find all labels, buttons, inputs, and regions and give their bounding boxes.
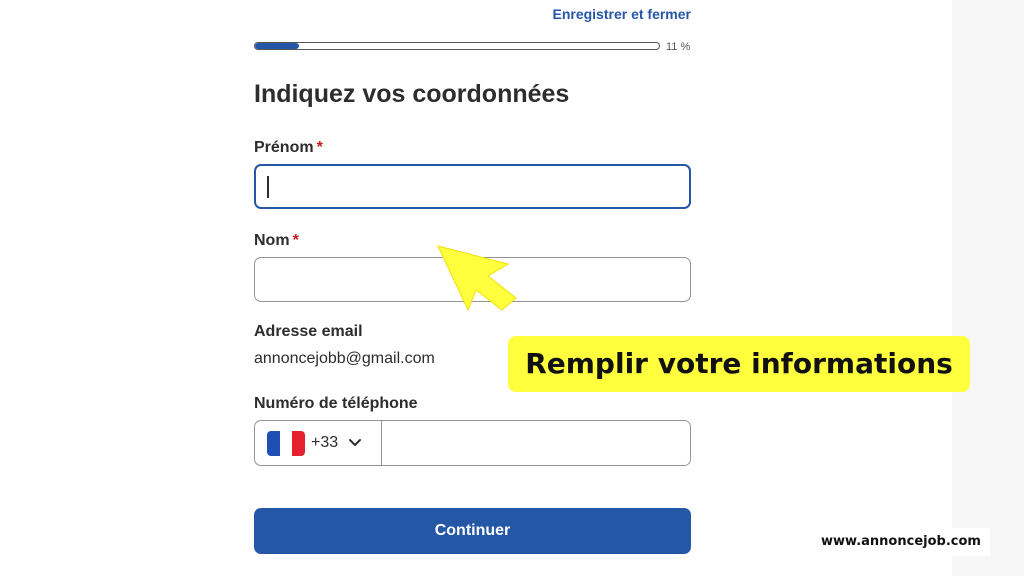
page-title: Indiquez vos coordonnées <box>254 80 570 108</box>
phone-label: Numéro de téléphone <box>254 395 418 412</box>
required-asterisk: * <box>292 232 299 249</box>
watermark-url: www.annoncejob.com <box>812 528 990 556</box>
required-asterisk: * <box>316 139 323 156</box>
save-and-close-link[interactable]: Enregistrer et fermer <box>520 6 691 22</box>
text-cursor <box>267 176 269 198</box>
phone-field-group: +33 <box>254 420 691 466</box>
right-background-strip <box>952 0 1024 576</box>
progress-bar-fill <box>255 43 300 49</box>
continue-button[interactable]: Continuer <box>254 508 691 554</box>
progress-percent: 11 % <box>666 41 691 53</box>
progress-bar <box>254 42 660 50</box>
last-name-label: Nom * <box>254 232 299 250</box>
first-name-input[interactable] <box>254 164 691 209</box>
chevron-down-icon <box>348 438 362 448</box>
first-name-label: Prénom * <box>254 139 323 157</box>
pointer-arrow-icon <box>437 245 517 312</box>
phone-number-input[interactable] <box>382 421 690 465</box>
last-name-label-text: Nom <box>254 232 290 249</box>
email-value: annoncejobb@gmail.com <box>254 350 435 367</box>
flag-france-icon <box>267 430 305 456</box>
country-code-select[interactable]: +33 <box>255 421 382 465</box>
callout-banner: Remplir votre informations <box>508 336 970 392</box>
first-name-label-text: Prénom <box>254 139 314 156</box>
dial-code: +33 <box>311 434 339 451</box>
email-label: Adresse email <box>254 323 363 340</box>
